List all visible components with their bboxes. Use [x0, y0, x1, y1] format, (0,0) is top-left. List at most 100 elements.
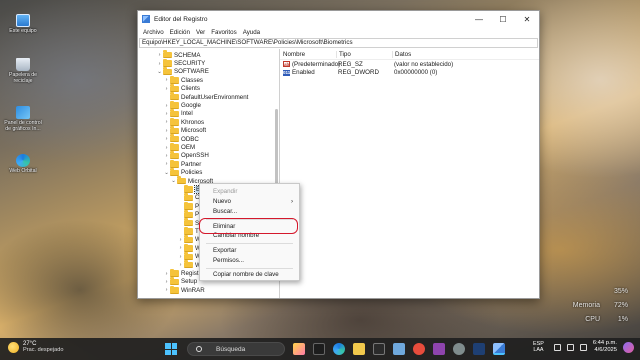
- title-bar[interactable]: Editor del Registro — ☐ ✕: [138, 11, 539, 27]
- clock[interactable]: 6:44 p.m. 4/6/2025: [593, 340, 617, 354]
- value-row[interactable]: ab (Predeterminado) REG_SZ (valor no est…: [280, 60, 539, 69]
- app-icon[interactable]: [393, 343, 405, 355]
- folder-icon: [170, 109, 179, 118]
- start-button[interactable]: [165, 343, 177, 355]
- tree-node[interactable]: C: [177, 193, 199, 202]
- folder-icon: [184, 193, 193, 202]
- tree-node[interactable]: › OpenSSH: [163, 151, 209, 160]
- file-explorer-icon[interactable]: [353, 343, 365, 355]
- edge-icon[interactable]: [333, 343, 345, 355]
- chevron-right-icon[interactable]: ›: [163, 145, 170, 151]
- desktop-icon-this-pc[interactable]: Este equipo: [4, 14, 42, 35]
- tree-node-label: DefaultUserEnvironment: [181, 93, 249, 101]
- app-blue-icon[interactable]: [473, 343, 485, 355]
- chevron-right-icon[interactable]: ›: [163, 103, 170, 109]
- chevron-right-icon[interactable]: ›: [163, 128, 170, 134]
- chevron-right-icon[interactable]: ›: [177, 237, 184, 243]
- close-button[interactable]: ✕: [515, 11, 539, 27]
- settings-icon[interactable]: [453, 343, 465, 355]
- chevron-right-icon[interactable]: ›: [163, 77, 170, 83]
- chevron-right-icon[interactable]: ›: [163, 119, 170, 125]
- chevron-right-icon[interactable]: ›: [163, 136, 170, 142]
- tree-node[interactable]: ⌄ Policies: [163, 168, 202, 177]
- notification-icon[interactable]: [623, 341, 634, 353]
- chevron-right-icon[interactable]: ›: [163, 161, 170, 167]
- tree-node[interactable]: › W: [177, 252, 201, 261]
- perf-cpu-value: 1%: [617, 316, 628, 323]
- window-title: Editor del Registro: [154, 15, 208, 23]
- tree-node[interactable]: › WinRAR: [163, 285, 205, 294]
- tree-node[interactable]: › Setup: [163, 277, 197, 286]
- value-row[interactable]: 011 Enabled REG_DWORD 0x00000000 (0): [280, 69, 539, 78]
- tree-node[interactable]: › Regist: [163, 268, 199, 277]
- menu-item-permisos[interactable]: Permisos...: [213, 256, 293, 265]
- maximize-button[interactable]: ☐: [491, 11, 515, 27]
- app-purple-icon[interactable]: [433, 343, 445, 355]
- menu-item-nuevo[interactable]: Nuevo ›: [213, 197, 293, 206]
- menu-item-buscar[interactable]: Buscar...: [213, 207, 293, 216]
- copilot-icon[interactable]: [293, 343, 305, 355]
- chevron-right-icon[interactable]: ›: [163, 279, 170, 285]
- chevron-right-icon[interactable]: ›: [163, 287, 170, 293]
- app-red-icon[interactable]: [413, 343, 425, 355]
- menu-edicion[interactable]: Edición: [167, 29, 193, 36]
- menu-archivo[interactable]: Archivo: [140, 29, 167, 36]
- tree-node[interactable]: › Classes: [163, 75, 203, 84]
- chevron-right-icon[interactable]: ›: [163, 86, 170, 92]
- regedit-taskbar-icon[interactable]: [493, 343, 505, 355]
- desktop-icon-browser[interactable]: Web Orbital: [4, 154, 42, 175]
- chevron-right-icon[interactable]: ›: [156, 52, 163, 58]
- chevron-down-icon[interactable]: ⌄: [156, 69, 163, 75]
- menu-ayuda[interactable]: Ayuda: [240, 29, 263, 36]
- store-icon[interactable]: [373, 343, 385, 355]
- tree-node-label: Partner: [181, 160, 202, 168]
- chevron-right-icon[interactable]: ›: [156, 61, 163, 67]
- chevron-right-icon[interactable]: ›: [163, 271, 170, 277]
- menu-item-expandir[interactable]: Expandir: [213, 187, 293, 196]
- tree-node[interactable]: DefaultUserEnvironment: [163, 92, 249, 101]
- taskbar: 27°C Prac. despejado Búsqueda ESP LAA 6:…: [0, 338, 640, 360]
- tree-scrollbar[interactable]: [275, 109, 278, 189]
- chevron-right-icon[interactable]: ›: [177, 245, 184, 251]
- tree-node[interactable]: › W: [177, 243, 201, 252]
- chevron-down-icon[interactable]: ⌄: [170, 178, 177, 184]
- minimize-button[interactable]: —: [467, 11, 491, 27]
- tree-node[interactable]: › Intel: [163, 109, 193, 118]
- desktop-icon-recycle-bin[interactable]: Papelera de reciclaje: [4, 58, 42, 85]
- tree-node[interactable]: › OEM: [163, 142, 195, 151]
- wifi-icon[interactable]: [553, 343, 561, 351]
- volume-icon[interactable]: [566, 343, 574, 351]
- column-header-type[interactable]: Tipo: [336, 50, 392, 58]
- tree-node[interactable]: › W: [177, 260, 201, 269]
- chevron-right-icon[interactable]: ›: [177, 254, 184, 260]
- menu-favoritos[interactable]: Favoritos: [208, 29, 239, 36]
- chevron-down-icon[interactable]: ⌄: [163, 170, 170, 176]
- tree-node[interactable]: › W: [177, 235, 201, 244]
- language-indicator[interactable]: ESP LAA: [533, 341, 544, 354]
- menu-item-copiar-nombre-de-clave[interactable]: Copiar nombre de clave: [213, 270, 293, 279]
- battery-icon[interactable]: [579, 343, 587, 351]
- tree-node[interactable]: S: [177, 218, 199, 227]
- desktop-icon-graphics-control-panel[interactable]: Panel de control de gráficos In...: [4, 106, 42, 133]
- weather-widget[interactable]: 27°C Prac. despejado: [8, 341, 63, 353]
- tree-node[interactable]: › Clients: [163, 84, 200, 93]
- tree-node-label: OpenSSH: [181, 152, 209, 160]
- chevron-right-icon[interactable]: ›: [163, 111, 170, 117]
- search-box[interactable]: Búsqueda: [187, 342, 285, 356]
- menu-item-exportar[interactable]: Exportar: [213, 246, 293, 255]
- tree-node[interactable]: › Partner: [163, 159, 202, 168]
- column-header-name[interactable]: Nombre: [280, 51, 336, 58]
- task-view-icon[interactable]: [313, 343, 325, 355]
- tree-node[interactable]: › Google: [163, 100, 201, 109]
- tree-node[interactable]: T: [177, 226, 199, 235]
- tree-node[interactable]: P: [177, 210, 199, 219]
- chevron-right-icon[interactable]: ›: [163, 153, 170, 159]
- address-bar[interactable]: Equipo\HKEY_LOCAL_MACHINE\SOFTWARE\Polic…: [139, 38, 538, 48]
- tree-node[interactable]: P: [177, 201, 199, 210]
- tree-node[interactable]: › Khronos: [163, 117, 204, 126]
- chevron-right-icon[interactable]: ›: [177, 262, 184, 268]
- tree-node[interactable]: ⌄ SOFTWARE: [156, 67, 209, 76]
- menu-ver[interactable]: Ver: [193, 29, 208, 36]
- column-header-data[interactable]: Datos: [392, 50, 539, 58]
- tree-node[interactable]: › ODBC: [163, 134, 199, 143]
